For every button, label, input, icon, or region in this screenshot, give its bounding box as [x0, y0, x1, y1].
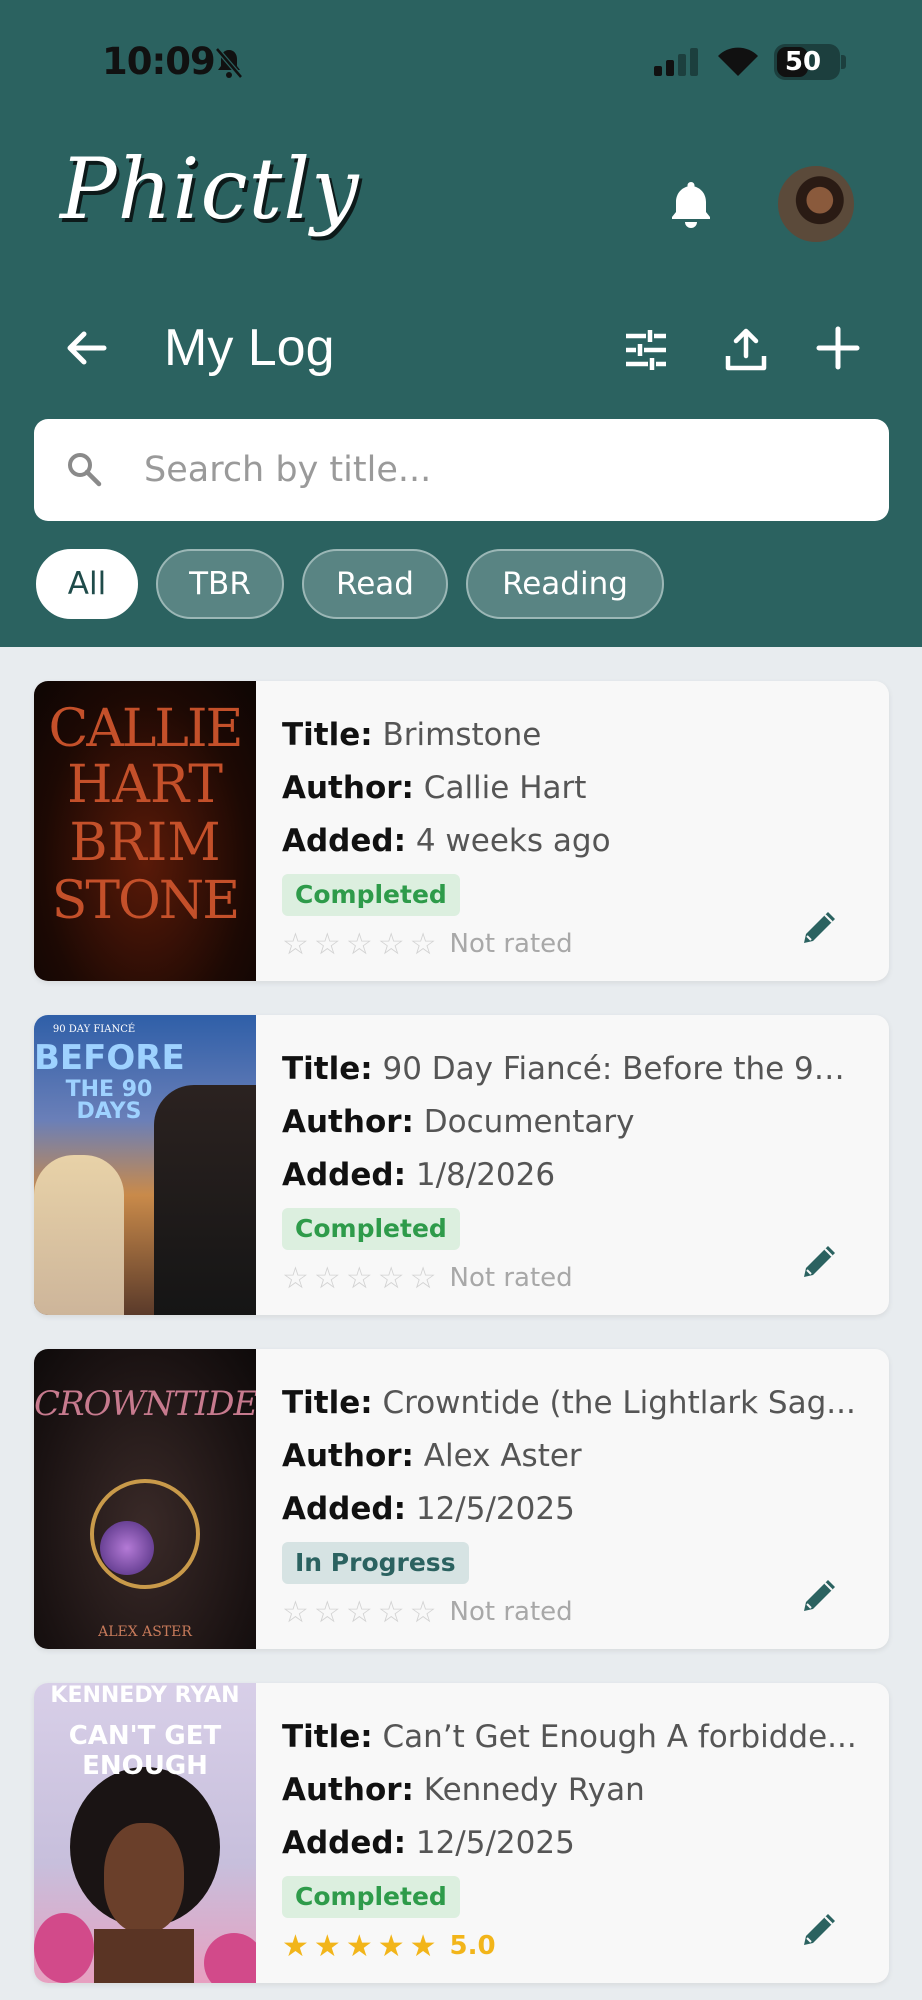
entry-author-line: Author: Alex Aster — [282, 1438, 582, 1474]
entry-details: Title: Can’t Get Enough A forbidde... Au… — [282, 1711, 862, 1966]
log-entry-card[interactable]: KENNEDY RYAN CAN'T GET ENOUGH Title: Can… — [34, 1683, 889, 1983]
log-entry-card[interactable]: CROWNTIDE ALEX ASTER Title: Crowntide (t… — [34, 1349, 889, 1649]
chip-tbr[interactable]: TBR — [156, 549, 284, 619]
entry-added-line: Added: 1/8/2026 — [282, 1157, 556, 1193]
entry-added-line: Added: 4 weeks ago — [282, 823, 611, 859]
star-rating[interactable]: ★ ★ ★ ★ ★ 5.0 — [282, 1926, 862, 1966]
back-arrow-icon[interactable] — [64, 326, 108, 370]
star-rating[interactable]: ☆ ☆ ☆ ☆ ☆ Not rated — [282, 924, 862, 964]
entry-title-line: Title: 90 Day Fiancé: Before the 90 ... — [282, 1051, 862, 1087]
chip-read[interactable]: Read — [302, 549, 448, 619]
search-bar — [34, 419, 889, 521]
app-header: 10:09 50 Phictly My Log Search by title.… — [0, 0, 922, 647]
star-rating[interactable]: ☆ ☆ ☆ ☆ ☆ Not rated — [282, 1592, 862, 1632]
rating-text: Not rated — [449, 1597, 573, 1627]
log-entry-card[interactable]: CALLIE HART BRIM STONE Title: Brimstone … — [34, 681, 889, 981]
entry-added-line: Added: 12/5/2025 — [282, 1491, 575, 1527]
notification-bell-icon[interactable] — [667, 178, 715, 228]
edit-pencil-icon[interactable] — [800, 1909, 840, 1949]
filter-sliders-icon[interactable] — [624, 328, 668, 372]
add-plus-icon[interactable] — [816, 326, 860, 370]
status-bar: 10:09 50 — [0, 0, 922, 125]
status-badge: Completed — [282, 874, 460, 916]
rating-text: Not rated — [449, 929, 573, 959]
entry-title-line: Title: Brimstone — [282, 717, 542, 753]
log-entry-card[interactable]: 90 DAY FIANCÉ BEFORE THE 90 DAYS Title: … — [34, 1015, 889, 1315]
search-input[interactable] — [144, 441, 844, 499]
chip-all[interactable]: All — [36, 549, 138, 619]
entry-details: Title: 90 Day Fiancé: Before the 90 ... … — [282, 1043, 862, 1298]
status-badge: In Progress — [282, 1542, 469, 1584]
rating-text: 5.0 — [449, 1931, 496, 1961]
book-cover: KENNEDY RYAN CAN'T GET ENOUGH — [34, 1683, 256, 1983]
entry-details: Title: Crowntide (the Lightlark Sag... A… — [282, 1377, 862, 1632]
entry-author-line: Author: Kennedy Ryan — [282, 1772, 645, 1808]
status-badge: Completed — [282, 1208, 460, 1250]
entry-title-line: Title: Can’t Get Enough A forbidde... — [282, 1719, 857, 1755]
signal-icon — [654, 48, 698, 76]
search-icon — [68, 453, 102, 487]
app-logo: Phictly — [60, 140, 360, 238]
edit-pencil-icon[interactable] — [800, 1241, 840, 1281]
battery-indicator: 50 — [774, 44, 840, 80]
chip-reading[interactable]: Reading — [466, 549, 664, 619]
entry-details: Title: Brimstone Author: Callie Hart Add… — [282, 709, 862, 964]
wifi-icon — [718, 47, 758, 76]
edit-pencil-icon[interactable] — [800, 907, 840, 947]
book-cover: CALLIE HART BRIM STONE — [34, 681, 256, 981]
entry-title-line: Title: Crowntide (the Lightlark Sag... — [282, 1385, 856, 1421]
edit-pencil-icon[interactable] — [800, 1575, 840, 1615]
entry-author-line: Author: Callie Hart — [282, 770, 587, 806]
entry-author-line: Author: Documentary — [282, 1104, 635, 1140]
bell-off-icon — [215, 47, 243, 79]
star-rating[interactable]: ☆ ☆ ☆ ☆ ☆ Not rated — [282, 1258, 862, 1298]
share-upload-icon[interactable] — [724, 326, 768, 372]
page-title: My Log — [164, 319, 335, 377]
book-cover: CROWNTIDE ALEX ASTER — [34, 1349, 256, 1649]
book-cover: 90 DAY FIANCÉ BEFORE THE 90 DAYS — [34, 1015, 256, 1315]
status-badge: Completed — [282, 1876, 460, 1918]
entry-added-line: Added: 12/5/2025 — [282, 1825, 575, 1861]
rating-text: Not rated — [449, 1263, 573, 1293]
status-time: 10:09 — [102, 40, 216, 83]
user-avatar[interactable] — [776, 164, 856, 244]
